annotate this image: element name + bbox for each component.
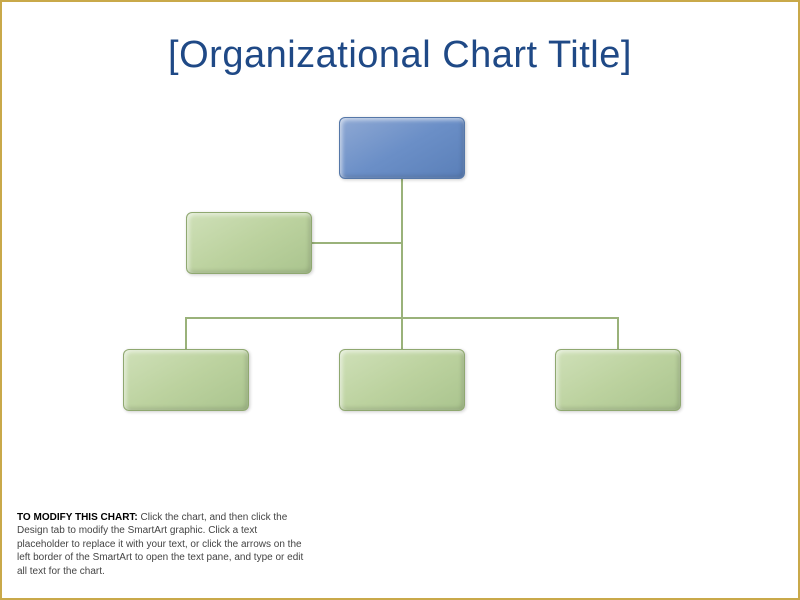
org-node-assistant[interactable]	[186, 212, 312, 274]
instruction-text: TO MODIFY THIS CHART: Click the chart, a…	[17, 511, 307, 579]
connector-drop-1	[185, 317, 187, 349]
org-node-child-2[interactable]	[339, 349, 465, 411]
connector-assistant-h	[312, 242, 402, 244]
instruction-bold: TO MODIFY THIS CHART:	[17, 512, 138, 523]
connector-root-down	[401, 179, 403, 319]
connector-drop-3	[617, 317, 619, 349]
chart-title[interactable]: [Organizational Chart Title]	[2, 34, 798, 77]
org-node-child-3[interactable]	[555, 349, 681, 411]
org-node-child-1[interactable]	[123, 349, 249, 411]
org-chart[interactable]	[2, 117, 800, 447]
org-node-root[interactable]	[339, 117, 465, 179]
connector-drop-2	[401, 317, 403, 349]
